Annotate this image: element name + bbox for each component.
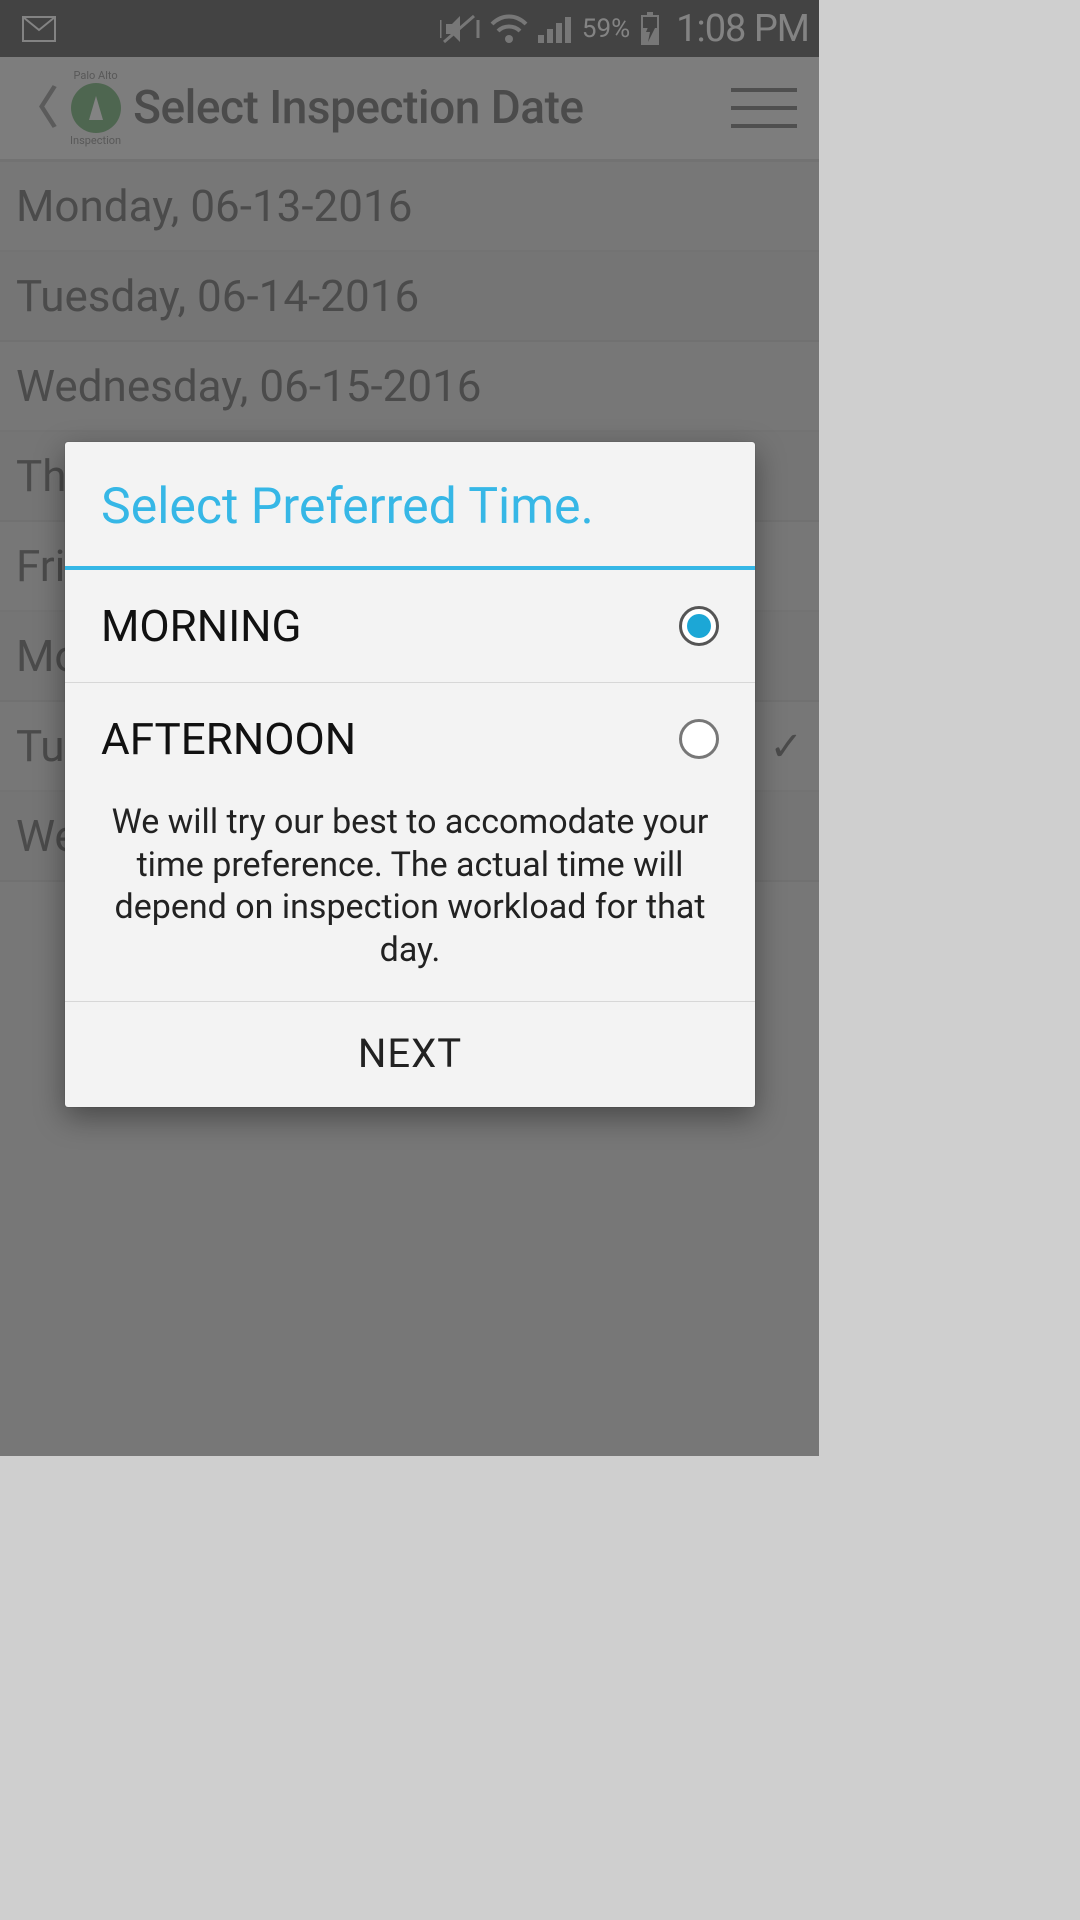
option-label: MORNING <box>101 600 302 652</box>
radio-unselected-icon[interactable] <box>679 719 719 759</box>
option-label: AFTERNOON <box>101 713 356 765</box>
time-dialog: Select Preferred Time. MORNING AFTERNOON… <box>65 442 755 1107</box>
option-morning[interactable]: MORNING <box>65 570 755 682</box>
next-button[interactable]: NEXT <box>65 1002 755 1107</box>
dialog-title: Select Preferred Time. <box>65 442 755 566</box>
dialog-disclaimer: We will try our best to accomodate your … <box>65 795 755 1001</box>
radio-selected-icon[interactable] <box>679 606 719 646</box>
option-afternoon[interactable]: AFTERNOON <box>65 682 755 795</box>
